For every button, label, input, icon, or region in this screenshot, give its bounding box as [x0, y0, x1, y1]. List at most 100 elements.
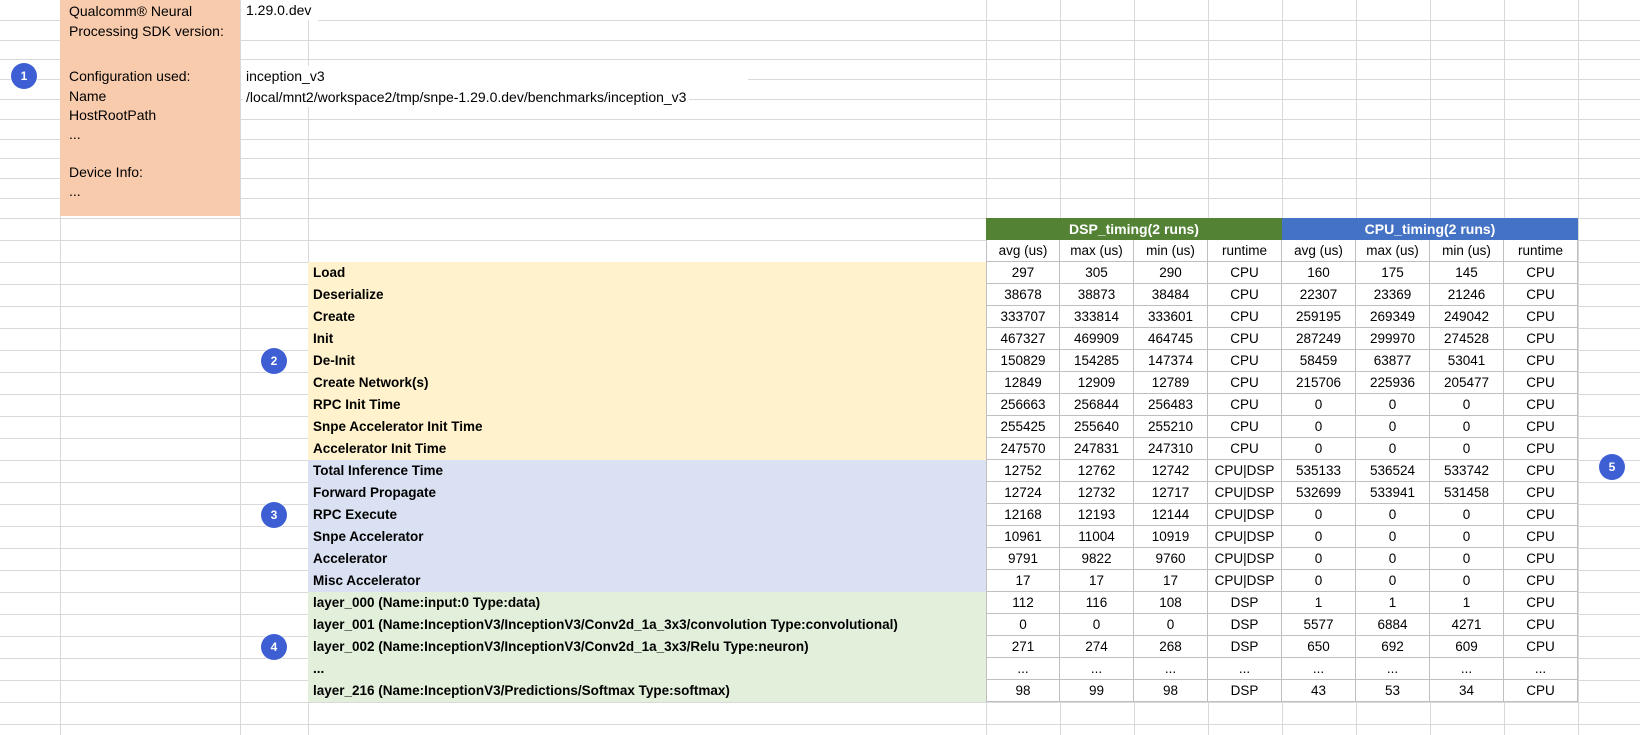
- dsp-timing-header-cell[interactable]: DSP_timing(2 runs): [986, 218, 1282, 240]
- data-cell[interactable]: DSP: [1208, 636, 1282, 658]
- data-cell[interactable]: 536524: [1356, 460, 1430, 482]
- data-cell[interactable]: CPU: [1504, 394, 1578, 416]
- data-cell[interactable]: 150829: [986, 350, 1060, 372]
- data-cell[interactable]: 12724: [986, 482, 1060, 504]
- data-cell[interactable]: 17: [1060, 570, 1134, 592]
- data-cell[interactable]: 0: [1282, 504, 1356, 526]
- data-cell[interactable]: CPU: [1504, 460, 1578, 482]
- configuration-used-value[interactable]: inception_v3: [243, 66, 328, 86]
- data-cell[interactable]: CPU: [1504, 416, 1578, 438]
- data-cell[interactable]: CPU|DSP: [1208, 460, 1282, 482]
- data-cell[interactable]: 271: [986, 636, 1060, 658]
- data-cell[interactable]: 6884: [1356, 614, 1430, 636]
- row-label-cell[interactable]: layer_002 (Name:InceptionV3/InceptionV3/…: [308, 636, 986, 658]
- data-cell[interactable]: 255640: [1060, 416, 1134, 438]
- data-cell[interactable]: 533742: [1430, 460, 1504, 482]
- data-cell[interactable]: CPU|DSP: [1208, 570, 1282, 592]
- data-cell[interactable]: 0: [1282, 570, 1356, 592]
- data-cell[interactable]: 0: [986, 614, 1060, 636]
- data-cell[interactable]: 5577: [1282, 614, 1356, 636]
- data-cell[interactable]: ...: [1356, 658, 1430, 680]
- data-cell[interactable]: CPU: [1208, 372, 1282, 394]
- data-cell[interactable]: 305: [1060, 262, 1134, 284]
- row-label-cell[interactable]: layer_001 (Name:InceptionV3/InceptionV3/…: [308, 614, 986, 636]
- data-cell[interactable]: 0: [1356, 438, 1430, 460]
- subheader-cell[interactable]: avg (us): [1282, 240, 1356, 262]
- data-cell[interactable]: CPU: [1208, 394, 1282, 416]
- data-cell[interactable]: 256483: [1134, 394, 1208, 416]
- data-cell[interactable]: 9760: [1134, 548, 1208, 570]
- row-label-cell[interactable]: Deserialize: [308, 284, 986, 306]
- data-cell[interactable]: ...: [1060, 658, 1134, 680]
- comment-badge-5[interactable]: 5: [1599, 454, 1625, 480]
- data-cell[interactable]: 98: [1134, 680, 1208, 702]
- data-cell[interactable]: 249042: [1430, 306, 1504, 328]
- row-label-cell[interactable]: layer_216 (Name:InceptionV3/Predictions/…: [308, 680, 986, 702]
- row-label-cell[interactable]: RPC Execute: [308, 504, 986, 526]
- data-cell[interactable]: 147374: [1134, 350, 1208, 372]
- data-cell[interactable]: 38873: [1060, 284, 1134, 306]
- data-cell[interactable]: 9791: [986, 548, 1060, 570]
- data-cell[interactable]: 12849: [986, 372, 1060, 394]
- data-cell[interactable]: 0: [1282, 548, 1356, 570]
- row-label-cell[interactable]: Forward Propagate: [308, 482, 986, 504]
- info-ellipsis-1[interactable]: ...: [69, 124, 81, 144]
- comment-badge-1[interactable]: 1: [11, 63, 37, 89]
- data-cell[interactable]: 0: [1356, 504, 1430, 526]
- data-cell[interactable]: DSP: [1208, 614, 1282, 636]
- data-cell[interactable]: 0: [1356, 548, 1430, 570]
- data-cell[interactable]: DSP: [1208, 592, 1282, 614]
- data-cell[interactable]: 274528: [1430, 328, 1504, 350]
- cpu-timing-header-cell[interactable]: CPU_timing(2 runs): [1282, 218, 1578, 240]
- data-cell[interactable]: 21246: [1430, 284, 1504, 306]
- row-label-cell[interactable]: RPC Init Time: [308, 394, 986, 416]
- subheader-cell[interactable]: runtime: [1208, 240, 1282, 262]
- data-cell[interactable]: 0: [1430, 548, 1504, 570]
- data-cell[interactable]: CPU: [1208, 328, 1282, 350]
- data-cell[interactable]: 12717: [1134, 482, 1208, 504]
- comment-badge-3[interactable]: 3: [261, 502, 287, 528]
- data-cell[interactable]: 255425: [986, 416, 1060, 438]
- data-cell[interactable]: CPU|DSP: [1208, 548, 1282, 570]
- data-cell[interactable]: 1: [1430, 592, 1504, 614]
- data-cell[interactable]: 256844: [1060, 394, 1134, 416]
- sdk-version-value[interactable]: 1.29.0.dev: [243, 0, 315, 20]
- data-cell[interactable]: 0: [1356, 394, 1430, 416]
- data-cell[interactable]: 9822: [1060, 548, 1134, 570]
- data-cell[interactable]: CPU: [1208, 284, 1282, 306]
- device-info-label[interactable]: Device Info:: [69, 162, 143, 182]
- data-cell[interactable]: DSP: [1208, 680, 1282, 702]
- data-cell[interactable]: 0: [1430, 526, 1504, 548]
- data-cell[interactable]: 0: [1282, 416, 1356, 438]
- data-cell[interactable]: CPU: [1504, 592, 1578, 614]
- data-cell[interactable]: ...: [1504, 658, 1578, 680]
- row-label-cell[interactable]: Accelerator: [308, 548, 986, 570]
- data-cell[interactable]: 23369: [1356, 284, 1430, 306]
- data-cell[interactable]: ...: [986, 658, 1060, 680]
- data-cell[interactable]: CPU: [1504, 614, 1578, 636]
- data-cell[interactable]: 11004: [1060, 526, 1134, 548]
- data-cell[interactable]: CPU|DSP: [1208, 526, 1282, 548]
- data-cell[interactable]: 12909: [1060, 372, 1134, 394]
- data-cell[interactable]: 99: [1060, 680, 1134, 702]
- data-cell[interactable]: 12752: [986, 460, 1060, 482]
- comment-badge-4[interactable]: 4: [261, 634, 287, 660]
- row-label-cell[interactable]: Load: [308, 262, 986, 284]
- data-cell[interactable]: 160: [1282, 262, 1356, 284]
- data-cell[interactable]: 175: [1356, 262, 1430, 284]
- data-cell[interactable]: 34: [1430, 680, 1504, 702]
- row-label-cell[interactable]: Accelerator Init Time: [308, 438, 986, 460]
- data-cell[interactable]: 53: [1356, 680, 1430, 702]
- data-cell[interactable]: 10961: [986, 526, 1060, 548]
- data-cell[interactable]: 10919: [1134, 526, 1208, 548]
- subheader-cell[interactable]: max (us): [1356, 240, 1430, 262]
- data-cell[interactable]: 650: [1282, 636, 1356, 658]
- data-cell[interactable]: CPU: [1504, 548, 1578, 570]
- data-cell[interactable]: 532699: [1282, 482, 1356, 504]
- data-cell[interactable]: 464745: [1134, 328, 1208, 350]
- data-cell[interactable]: ...: [1134, 658, 1208, 680]
- data-cell[interactable]: 0: [1134, 614, 1208, 636]
- data-cell[interactable]: 108: [1134, 592, 1208, 614]
- data-cell[interactable]: 535133: [1282, 460, 1356, 482]
- data-cell[interactable]: CPU: [1504, 262, 1578, 284]
